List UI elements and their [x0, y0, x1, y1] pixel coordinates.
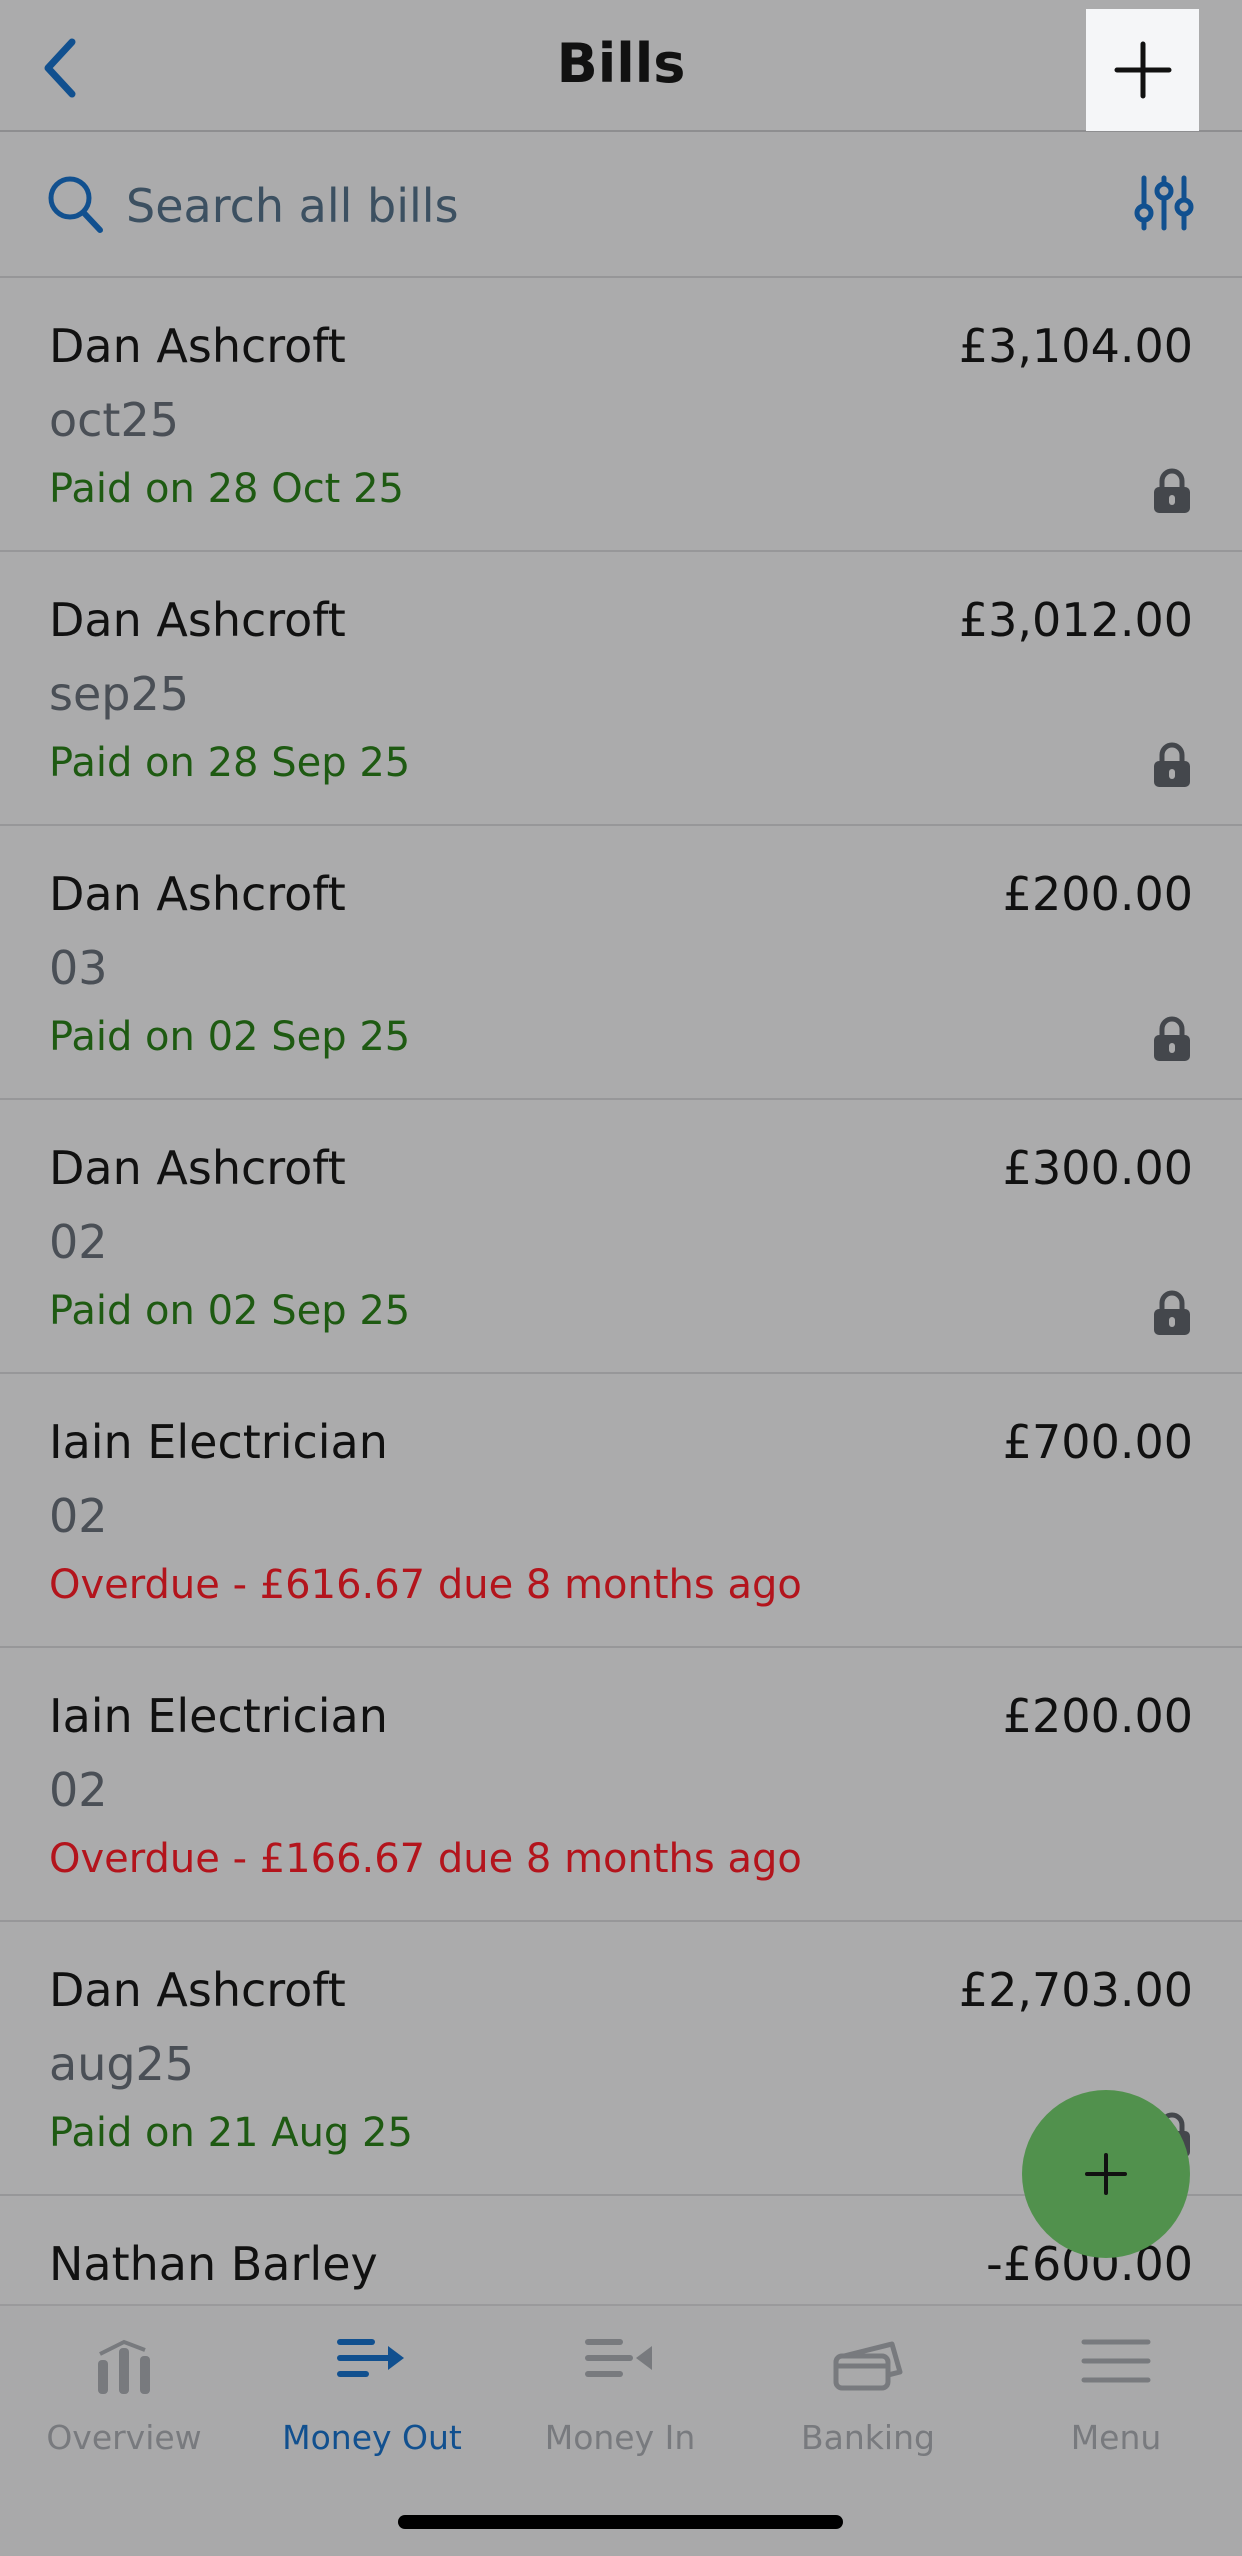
top-bar: Bills — [0, 0, 1242, 132]
page-title: Bills — [556, 32, 686, 95]
tab-money-out[interactable]: Money Out — [248, 2306, 496, 2476]
supplier-name: Dan Ashcroft — [49, 867, 346, 921]
bill-row[interactable]: Dan Ashcroft £200.00 03 Paid on 02 Sep 2… — [0, 826, 1242, 1100]
money-in-icon — [585, 2339, 652, 2377]
bill-status: Overdue - £616.67 due 8 months ago — [49, 1562, 802, 1608]
add-floating-button[interactable] — [1022, 2090, 1190, 2258]
supplier-name: Iain Electrician — [49, 1415, 388, 1469]
bill-amount: £2,703.00 — [958, 1963, 1193, 2017]
lock-icon — [1154, 1290, 1190, 1335]
bill-status: Paid on 02 Sep 25 — [49, 1288, 411, 1334]
menu-icon — [1081, 2339, 1151, 2383]
bill-row[interactable]: Dan Ashcroft £300.00 02 Paid on 02 Sep 2… — [0, 1100, 1242, 1374]
tab-label: Money In — [544, 2418, 696, 2457]
bill-row[interactable]: Iain Electrician £700.00 02 Overdue - £6… — [0, 1374, 1242, 1648]
banking-icon — [833, 2341, 903, 2391]
supplier-name: Iain Electrician — [49, 1689, 388, 1743]
supplier-name: Dan Ashcroft — [49, 1963, 346, 2017]
bills-list: Dan Ashcroft £3,104.00 oct25 Paid on 28 … — [0, 278, 1242, 2304]
bill-reference: oct25 — [49, 393, 180, 447]
bill-row[interactable]: Dan Ashcroft £3,104.00 oct25 Paid on 28 … — [0, 278, 1242, 552]
tab-overview[interactable]: Overview — [0, 2306, 248, 2476]
bill-amount: £300.00 — [1002, 1141, 1193, 1195]
search-icon — [48, 176, 103, 233]
plus-icon — [1114, 41, 1171, 99]
tab-label: Overview — [46, 2418, 202, 2457]
bill-amount: £200.00 — [1002, 867, 1193, 921]
bill-status: Paid on 21 Aug 25 — [49, 2110, 413, 2156]
tab-label: Banking — [801, 2418, 935, 2457]
plus-icon — [1085, 2153, 1127, 2195]
bill-row[interactable]: Iain Electrician £200.00 02 Overdue - £1… — [0, 1648, 1242, 1922]
bill-amount: £200.00 — [1002, 1689, 1193, 1743]
lock-icon — [1154, 742, 1190, 787]
tab-label: Money Out — [282, 2418, 462, 2457]
bill-reference: 02 — [49, 1763, 108, 1817]
filter-sliders-icon[interactable] — [1134, 174, 1194, 232]
tab-banking[interactable]: Banking — [744, 2306, 992, 2476]
bill-amount: £700.00 — [1002, 1415, 1193, 1469]
bill-reference: sep25 — [49, 667, 189, 721]
lock-icon — [1154, 468, 1190, 513]
supplier-name: Dan Ashcroft — [49, 1141, 346, 1195]
money-out-icon — [337, 2339, 404, 2377]
bill-reference: 02 — [49, 1215, 108, 1269]
overview-icon — [98, 2339, 150, 2394]
supplier-name: Dan Ashcroft — [49, 319, 346, 373]
bill-status: Paid on 28 Sep 25 — [49, 740, 411, 786]
tab-menu[interactable]: Menu — [992, 2306, 1240, 2476]
bill-amount: £3,104.00 — [958, 319, 1193, 373]
lock-icon — [1154, 1016, 1190, 1061]
supplier-name: Dan Ashcroft — [49, 593, 346, 647]
search-bar — [0, 132, 1242, 278]
bill-reference: 02 — [49, 1489, 108, 1543]
bill-reference: 03 — [49, 941, 108, 995]
tab-label: Menu — [1070, 2418, 1162, 2457]
supplier-name: Nathan Barley — [49, 2237, 378, 2291]
tab-money-in[interactable]: Money In — [496, 2306, 744, 2476]
bill-status: Overdue - £166.67 due 8 months ago — [49, 1836, 802, 1882]
search-input[interactable] — [126, 176, 1026, 236]
bill-status: Paid on 02 Sep 25 — [49, 1014, 411, 1060]
home-indicator — [398, 2515, 843, 2529]
bill-status: Paid on 28 Oct 25 — [49, 466, 404, 512]
add-bill-button[interactable] — [1086, 9, 1199, 131]
bill-reference: aug25 — [49, 2037, 195, 2091]
bill-row[interactable]: Dan Ashcroft £3,012.00 sep25 Paid on 28 … — [0, 552, 1242, 826]
bill-amount: £3,012.00 — [958, 593, 1193, 647]
